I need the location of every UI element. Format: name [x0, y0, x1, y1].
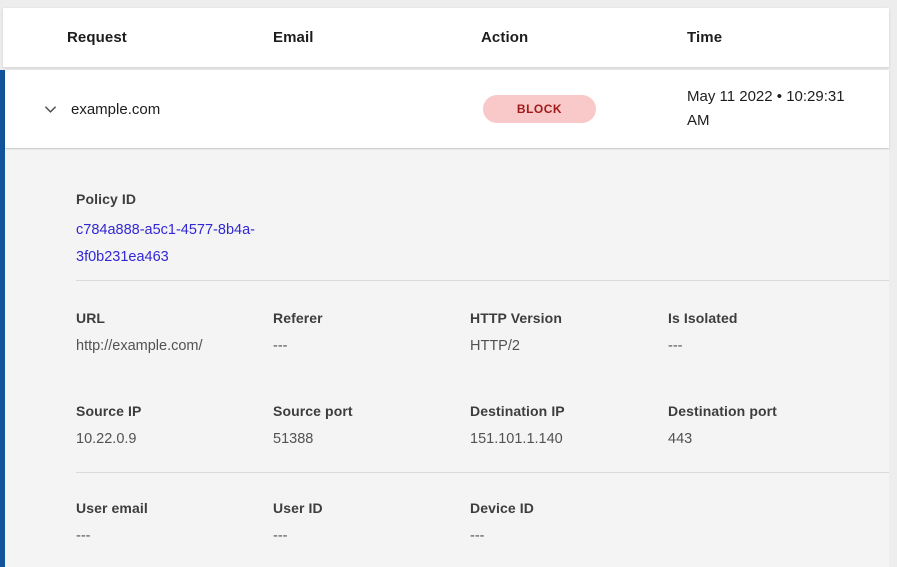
field-value: 443 — [668, 431, 889, 447]
field-label: Destination IP — [470, 403, 668, 419]
request-cell: example.com — [42, 101, 273, 118]
field-value: --- — [470, 528, 668, 544]
field-value: HTTP/2 — [470, 338, 668, 354]
column-header-time: Time — [687, 29, 889, 46]
field-destination-port: Destination port 443 — [668, 403, 889, 447]
field-value: --- — [668, 338, 889, 354]
field-label: Is Isolated — [668, 310, 889, 326]
field-label: Source port — [273, 403, 470, 419]
block-status-badge: BLOCK — [483, 95, 596, 123]
field-label: HTTP Version — [470, 310, 668, 326]
policy-id-section: Policy ID c784a888-a5c1-4577-8b4a-3f0b23… — [76, 191, 889, 271]
expanded-row-container: example.com BLOCK May 11 2022 • 10:29:31… — [0, 70, 889, 567]
field-value: 10.22.0.9 — [76, 431, 273, 447]
table-header: Request Email Action Time — [3, 8, 889, 67]
field-value: --- — [273, 528, 470, 544]
policy-id-link[interactable]: c784a888-a5c1-4577-8b4a-3f0b231ea463 — [76, 217, 276, 271]
field-label: Source IP — [76, 403, 273, 419]
field-url: URL http://example.com/ — [76, 310, 273, 354]
field-label: Destination port — [668, 403, 889, 419]
field-value: 151.101.1.140 — [470, 431, 668, 447]
field-user-email: User email --- — [76, 500, 273, 544]
field-source-ip: Source IP 10.22.0.9 — [76, 403, 273, 447]
column-header-email: Email — [273, 29, 481, 46]
field-is-isolated: Is Isolated --- — [668, 310, 889, 354]
field-http-version: HTTP Version HTTP/2 — [470, 310, 668, 354]
http-fields-group: URL http://example.com/ Referer --- HTTP… — [76, 310, 889, 354]
field-value: --- — [76, 528, 273, 544]
field-destination-ip: Destination IP 151.101.1.140 — [470, 403, 668, 447]
field-empty — [668, 500, 889, 544]
user-fields-group: User email --- User ID --- Device ID --- — [76, 500, 889, 544]
field-label: Device ID — [470, 500, 668, 516]
column-header-action: Action — [481, 29, 687, 46]
field-value: 51388 — [273, 431, 470, 447]
network-fields-group: Source IP 10.22.0.9 Source port 51388 De… — [76, 403, 889, 447]
field-value: http://example.com/ — [76, 338, 273, 354]
field-user-id: User ID --- — [273, 500, 470, 544]
chevron-down-icon[interactable] — [42, 101, 58, 117]
section-divider — [76, 280, 889, 281]
request-domain: example.com — [71, 101, 160, 118]
field-value: --- — [273, 338, 470, 354]
policy-id-label: Policy ID — [76, 191, 889, 207]
row-detail-panel: Policy ID c784a888-a5c1-4577-8b4a-3f0b23… — [5, 148, 889, 567]
field-device-id: Device ID --- — [470, 500, 668, 544]
action-cell: BLOCK — [481, 95, 687, 123]
section-divider — [76, 472, 889, 473]
field-referer: Referer --- — [273, 310, 470, 354]
field-label: User ID — [273, 500, 470, 516]
field-label: User email — [76, 500, 273, 516]
log-table-row[interactable]: example.com BLOCK May 11 2022 • 10:29:31… — [5, 70, 889, 148]
column-header-request: Request — [67, 29, 273, 46]
field-label: URL — [76, 310, 273, 326]
field-label: Referer — [273, 310, 470, 326]
time-cell: May 11 2022 • 10:29:31 AM — [687, 85, 867, 133]
field-source-port: Source port 51388 — [273, 403, 470, 447]
